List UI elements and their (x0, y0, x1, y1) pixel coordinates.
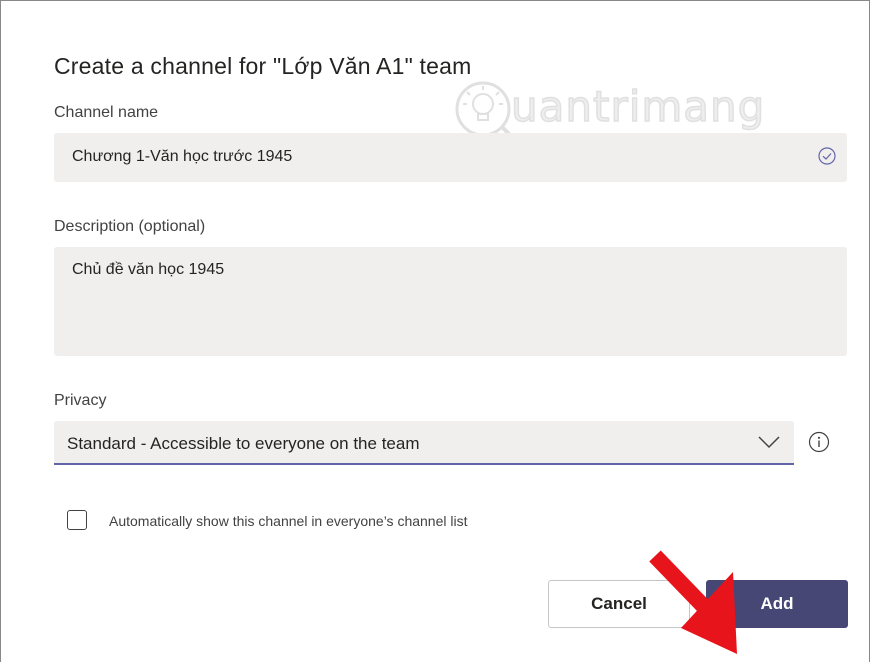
cancel-button-label: Cancel (591, 594, 647, 613)
channel-name-value: Chương 1-Văn học trước 1945 (72, 148, 293, 165)
channel-name-label: Channel name (54, 104, 159, 121)
info-icon[interactable] (808, 431, 830, 453)
description-textarea[interactable]: Chủ đề văn học 1945 (54, 247, 847, 356)
auto-show-checkbox[interactable] (67, 510, 87, 530)
channel-name-input[interactable]: Chương 1-Văn học trước 1945 (54, 133, 847, 182)
privacy-dropdown[interactable]: Standard - Accessible to everyone on the… (54, 421, 794, 465)
auto-show-label: Automatically show this channel in every… (109, 513, 468, 529)
privacy-selected-value: Standard - Accessible to everyone on the… (67, 434, 420, 453)
description-value: Chủ đề văn học 1945 (72, 261, 225, 278)
create-channel-dialog: Create a channel for "Lớp Văn A1" team u… (0, 0, 870, 662)
check-circle-icon (818, 147, 836, 165)
dialog-title: Create a channel for "Lớp Văn A1" team (54, 53, 472, 79)
chevron-down-icon[interactable] (758, 435, 780, 449)
description-label: Description (optional) (54, 218, 206, 235)
privacy-label: Privacy (54, 392, 107, 409)
watermark-text: uantrimang (510, 81, 766, 132)
add-button-label: Add (760, 594, 794, 613)
red-arrow-icon (649, 550, 737, 654)
